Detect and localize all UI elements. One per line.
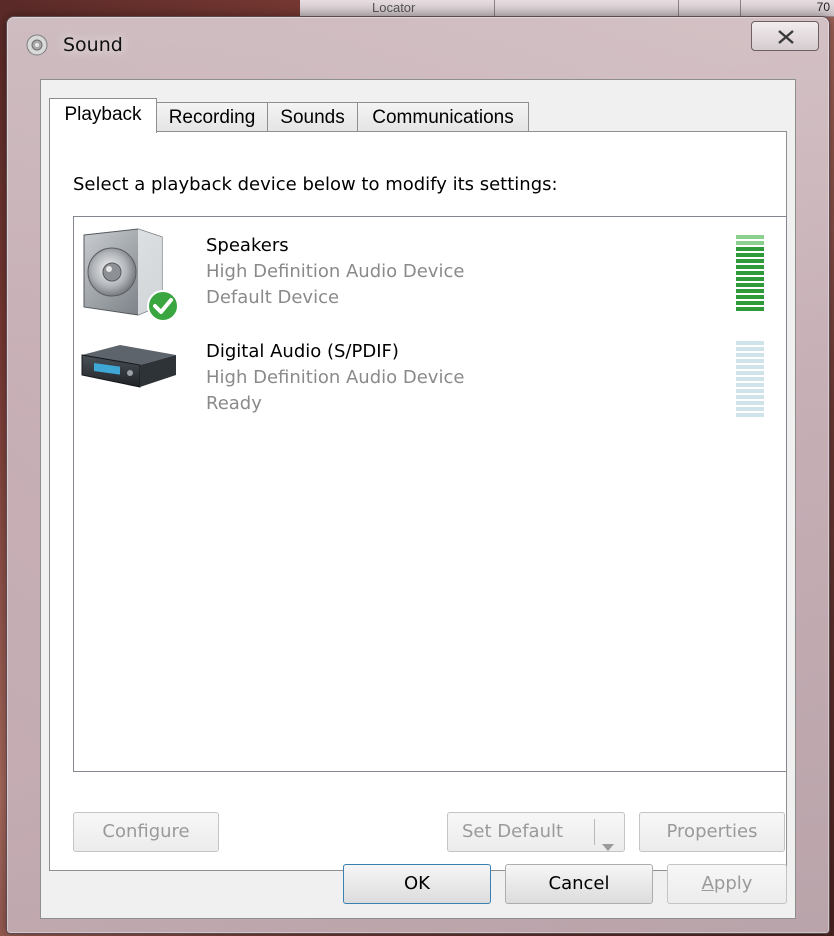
meter-segment [736,341,764,345]
set-default-label: Set Default [462,821,564,842]
window-title: Sound [63,34,123,56]
meter-segment [736,353,764,357]
meter-segment [736,259,764,263]
close-icon [778,30,794,44]
device-item-speakers[interactable]: Speakers High Definition Audio Device De… [74,217,786,322]
cancel-button[interactable]: Cancel [505,864,653,904]
speaker-icon [25,33,49,57]
meter-segment [736,371,764,375]
apply-label: Apply [701,873,753,894]
dialog-client-area: Playback Recording Sounds Communications… [40,79,796,919]
background-separator [740,0,741,16]
meter-segment [736,301,764,305]
background-window-right-text: 70 [816,0,830,14]
playback-panel: Select a playback device below to modify… [49,131,787,871]
meter-segment [736,253,764,257]
background-separator [494,0,495,16]
close-button[interactable] [751,21,819,51]
background-window-text: Locator [372,0,416,15]
meter-segment [736,389,764,393]
background-window-strip: Locator 70 [300,0,834,17]
playback-device-list[interactable]: Speakers High Definition Audio Device De… [73,216,787,772]
meter-segment [736,383,764,387]
meter-segment [736,235,764,239]
tab-playback[interactable]: Playback [49,98,157,133]
meter-segment [736,265,764,269]
meter-segment [736,359,764,363]
device-name: Speakers [206,235,289,256]
meter-segment [736,271,764,275]
device-status: Default Device [206,287,340,308]
volume-meter [736,235,764,313]
meter-segment [736,283,764,287]
meter-segment [736,347,764,351]
instruction-text: Select a playback device below to modify… [73,174,558,195]
tab-communications[interactable]: Communications [357,102,529,132]
meter-segment [736,277,764,281]
volume-meter [736,341,764,419]
device-item-digital-audio[interactable]: Digital Audio (S/PDIF) High Definition A… [74,323,786,423]
meter-segment [736,307,764,311]
chevron-down-icon[interactable] [602,828,614,866]
meter-segment [736,395,764,399]
green-check-icon [146,289,180,327]
split-separator [594,819,595,845]
meter-segment [736,295,764,299]
meter-segment [736,289,764,293]
meter-segment [736,407,764,411]
background-separator [678,0,679,16]
set-default-button[interactable]: Set Default [447,812,625,852]
device-status: Ready [206,393,262,414]
device-description: High Definition Audio Device [206,261,465,282]
meter-segment [736,401,764,405]
device-description: High Definition Audio Device [206,367,465,388]
meter-segment [736,377,764,381]
title-bar[interactable]: Sound [7,17,829,69]
digital-audio-device-icon [80,337,180,427]
meter-segment [736,365,764,369]
device-name: Digital Audio (S/PDIF) [206,341,399,362]
sound-dialog: Sound Playback Recording Sounds Communic… [6,16,830,934]
apply-button[interactable]: Apply [667,864,787,904]
meter-segment [736,241,764,245]
meter-segment [736,247,764,251]
configure-button[interactable]: Configure [73,812,219,852]
ok-button[interactable]: OK [343,864,491,904]
tab-sounds[interactable]: Sounds [267,102,358,132]
meter-segment [736,413,764,417]
properties-button[interactable]: Properties [639,812,785,852]
tab-recording[interactable]: Recording [156,102,268,132]
